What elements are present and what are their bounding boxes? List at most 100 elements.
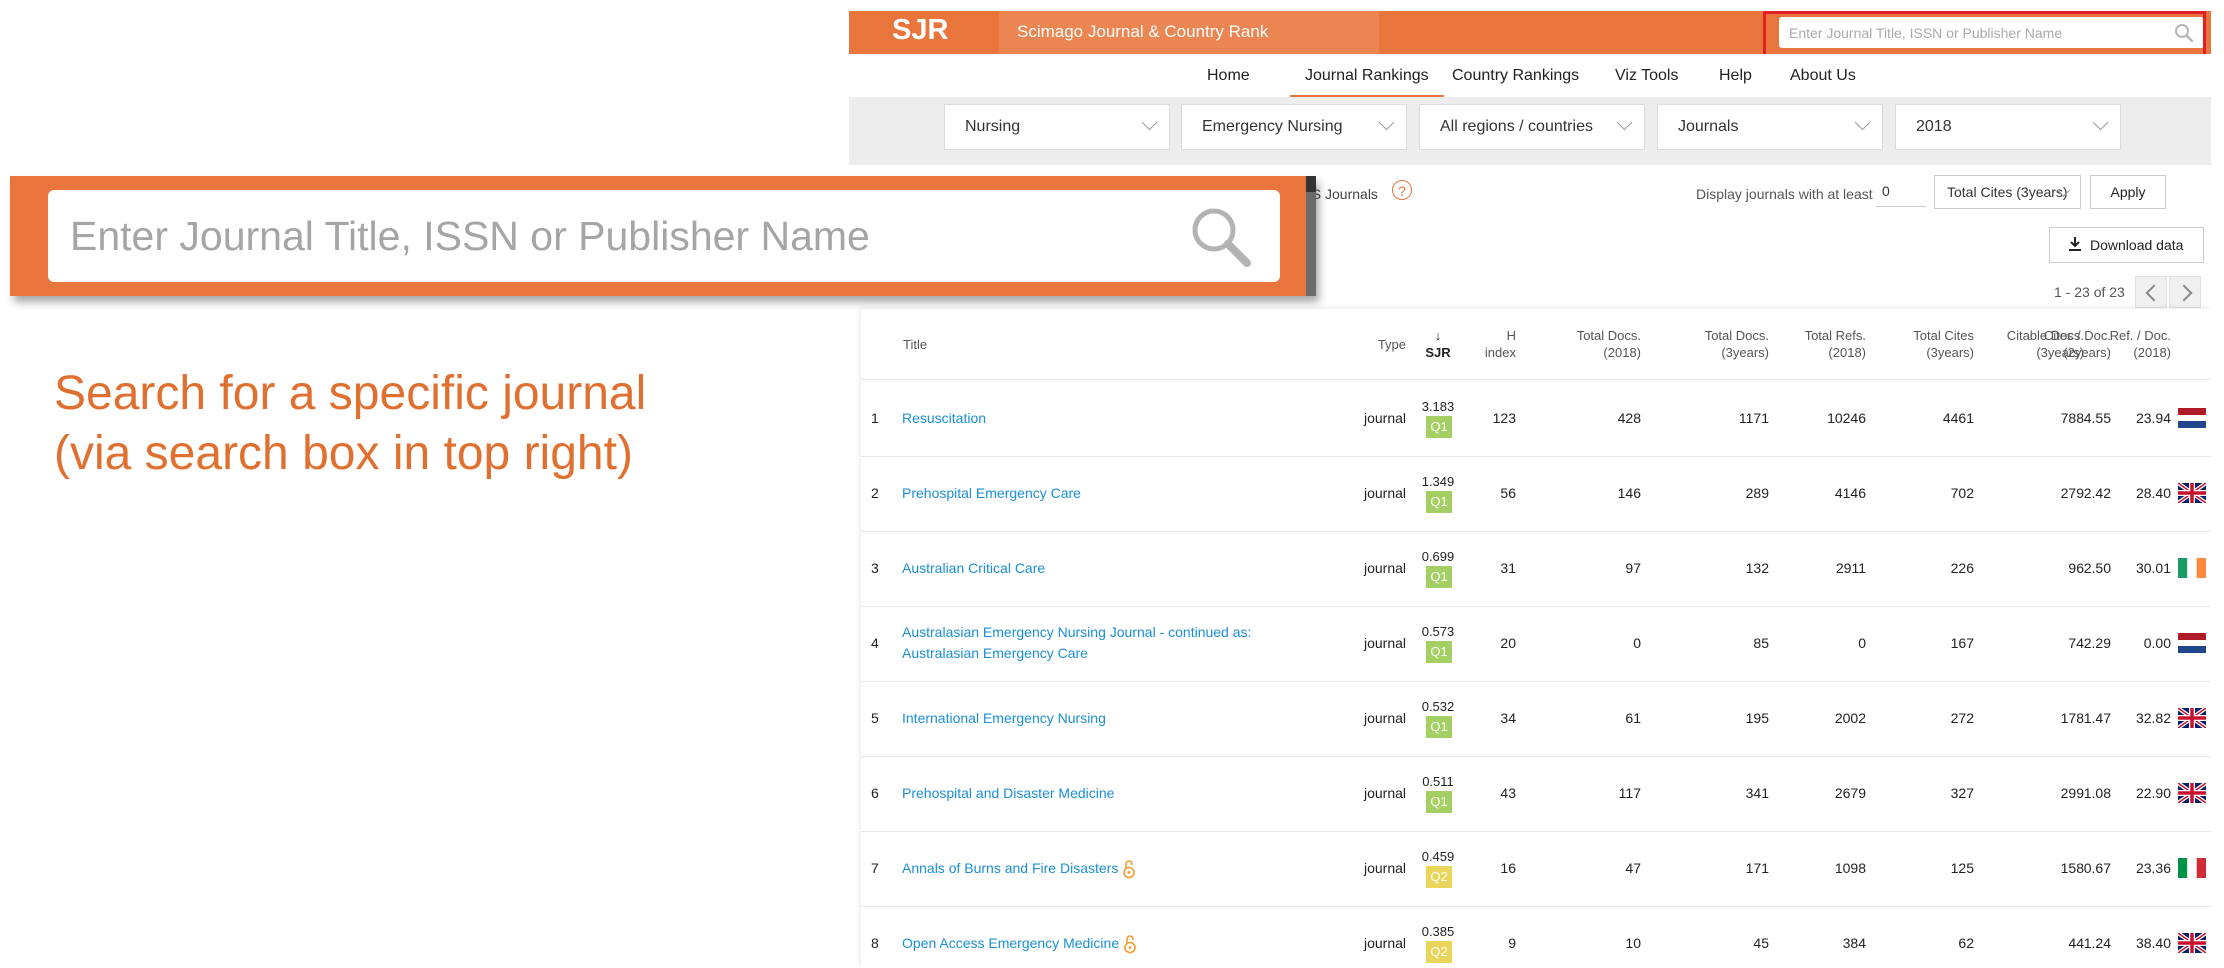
sjr-website: SJR Scimago Journal & Country Rank Home … xyxy=(849,11,2211,968)
journal-title: Prehospital and Disaster Medicine xyxy=(902,785,1115,801)
cites-per-doc: 2.50 xyxy=(2083,560,2111,576)
quartile-badge: Q1 xyxy=(1426,416,1452,438)
chevron-left-icon xyxy=(2145,284,2163,302)
col-docs-line2: (2018) xyxy=(1603,345,1641,360)
sjr-logo[interactable]: SJR xyxy=(892,14,948,47)
col-refs-line1: Total Refs. xyxy=(1804,328,1866,343)
h-index: 20 xyxy=(1500,635,1516,651)
journal-title-link[interactable]: Prehospital Emergency Care xyxy=(902,456,1282,531)
zoomed-search-box[interactable] xyxy=(48,190,1280,282)
refs-per-doc: 28.40 xyxy=(2135,485,2171,501)
table-row: 6 Prehospital and Disaster Medicine journa… xyxy=(861,756,2211,832)
cites-per-doc: 1.24 xyxy=(2083,935,2111,951)
subject-area-dropdown[interactable]: Nursing xyxy=(944,104,1170,150)
refs-per-doc: 38.40 xyxy=(2135,935,2171,951)
total-refs: 0 xyxy=(1858,635,1866,651)
journal-title-link[interactable]: Annals of Burns and Fire Disasters xyxy=(902,831,1282,906)
caption-line-1: Search for a specific journal xyxy=(54,367,647,420)
total-docs: 428 xyxy=(1617,410,1641,426)
next-page-button[interactable] xyxy=(2169,276,2201,308)
total-refs: 2911 xyxy=(1835,560,1866,576)
total-docs-3y: 85 xyxy=(1753,635,1769,651)
journal-title-link[interactable]: Open Access Emergency Medicine xyxy=(902,906,1282,968)
rank: 2 xyxy=(871,485,879,501)
total-refs: 2679 xyxy=(1834,785,1866,801)
col-cites-line2: (3years) xyxy=(1926,345,1974,360)
col-h-index[interactable]: H index xyxy=(1456,327,1516,361)
journal-title-link[interactable]: International Emergency Nursing xyxy=(902,681,1282,756)
col-title[interactable]: Title xyxy=(903,336,927,353)
rank: 1 xyxy=(871,410,879,426)
year-dropdown[interactable]: 2018 xyxy=(1895,104,2121,150)
subject-area-value: Nursing xyxy=(965,118,1021,135)
uk-flag-icon xyxy=(2178,708,2206,728)
metric-value: Total Cites (3years) xyxy=(1947,184,2068,200)
journal-title-link[interactable]: Prehospital and Disaster Medicine xyxy=(902,756,1282,831)
total-refs: 4146 xyxy=(1834,485,1866,501)
metric-select[interactable]: Total Cites (3years) xyxy=(1934,175,2081,209)
chevron-down-icon xyxy=(1141,114,1158,131)
col-docs3-line1: Total Docs. xyxy=(1704,328,1769,343)
nav-help[interactable]: Help xyxy=(1719,54,1752,97)
category-dropdown[interactable]: Emergency Nursing xyxy=(1181,104,1407,150)
ireland-flag-icon xyxy=(2178,558,2206,578)
search-icon[interactable] xyxy=(1190,206,1252,268)
total-docs: 117 xyxy=(1618,785,1641,801)
total-docs-3y: 341 xyxy=(1745,785,1769,801)
prev-page-button[interactable] xyxy=(2135,276,2167,308)
table-header: Title Type ↓ SJR H index Total Docs. (20… xyxy=(861,309,2211,380)
brand-name[interactable]: Scimago Journal & Country Rank xyxy=(1017,22,1268,42)
region-dropdown[interactable]: All regions / countries xyxy=(1419,104,1645,150)
col-cites-line1: Total Cites xyxy=(1913,328,1974,343)
brand-strip: Scimago Journal & Country Rank xyxy=(999,11,1379,54)
total-refs: 1098 xyxy=(1834,860,1866,876)
col-type[interactable]: Type xyxy=(1321,336,1406,353)
nav-home[interactable]: Home xyxy=(1207,54,1250,97)
chevron-down-icon xyxy=(2092,114,2109,131)
sjr-value: 0.573 xyxy=(1421,624,1455,639)
nav-viz-tools[interactable]: Viz Tools xyxy=(1615,54,1678,97)
total-cites: 4461 xyxy=(1942,410,1974,426)
nav-journal-rankings[interactable]: Journal Rankings xyxy=(1290,54,1444,97)
col-refs-per-doc[interactable]: Ref. / Doc. (2018) xyxy=(2081,327,2171,361)
journal-title-line1: Australasian Emergency Nursing Journal -… xyxy=(902,624,1252,640)
quartile-badge: Q1 xyxy=(1426,491,1452,513)
col-h-line1: H xyxy=(1506,328,1516,343)
table-row: 7 Annals of Burns and Fire Disasters journ… xyxy=(861,831,2211,907)
journal-type: journal xyxy=(1363,560,1406,576)
total-docs-3y: 289 xyxy=(1745,485,1769,501)
journal-type: journal xyxy=(1363,785,1406,801)
cites-per-doc: 1.08 xyxy=(2083,785,2111,801)
apply-button[interactable]: Apply xyxy=(2090,175,2166,209)
cites-per-doc: 0.67 xyxy=(2083,860,2111,876)
col-total-docs[interactable]: Total Docs. (2018) xyxy=(1521,327,1641,361)
journal-title-link[interactable]: Australasian Emergency Nursing Journal -… xyxy=(902,622,1282,664)
col-total-cites[interactable]: Total Cites (3years) xyxy=(1871,327,1974,361)
total-refs: 10246 xyxy=(1827,410,1866,426)
min-value-input[interactable] xyxy=(1876,175,1926,207)
nav-country-rankings[interactable]: Country Rankings xyxy=(1452,54,1579,97)
journal-title: Prehospital Emergency Care xyxy=(902,485,1081,501)
journal-title: International Emergency Nursing xyxy=(902,710,1106,726)
type-dropdown[interactable]: Journals xyxy=(1657,104,1883,150)
journal-type: journal xyxy=(1363,410,1406,426)
sjr-value: 0.511 xyxy=(1422,774,1454,789)
total-docs-3y: 195 xyxy=(1745,710,1769,726)
zoomed-search-callout xyxy=(10,176,1316,296)
journal-title-link[interactable]: Resuscitation xyxy=(902,381,1282,456)
total-docs-3y: 45 xyxy=(1753,935,1769,951)
journal-title-line2: Australasian Emergency Care xyxy=(902,645,1088,661)
cites-per-doc: 4.55 xyxy=(2083,410,2111,426)
sjr-value: 0.385 xyxy=(1421,924,1455,939)
refs-per-doc: 23.94 xyxy=(2135,410,2171,426)
col-total-docs-3y[interactable]: Total Docs. (3years) xyxy=(1651,327,1769,361)
col-total-refs[interactable]: Total Refs. (2018) xyxy=(1771,327,1866,361)
nav-about-us[interactable]: About Us xyxy=(1790,54,1856,97)
total-docs-3y: 1171 xyxy=(1738,410,1769,426)
zoomed-search-input[interactable] xyxy=(70,190,1150,282)
journal-title-link[interactable]: Australian Critical Care xyxy=(902,531,1282,606)
download-data-button[interactable]: Download data xyxy=(2049,227,2204,263)
italy-flag-icon xyxy=(2178,858,2206,878)
col-sjr[interactable]: ↓ SJR xyxy=(1416,327,1460,361)
help-icon[interactable]: ? xyxy=(1392,180,1412,200)
